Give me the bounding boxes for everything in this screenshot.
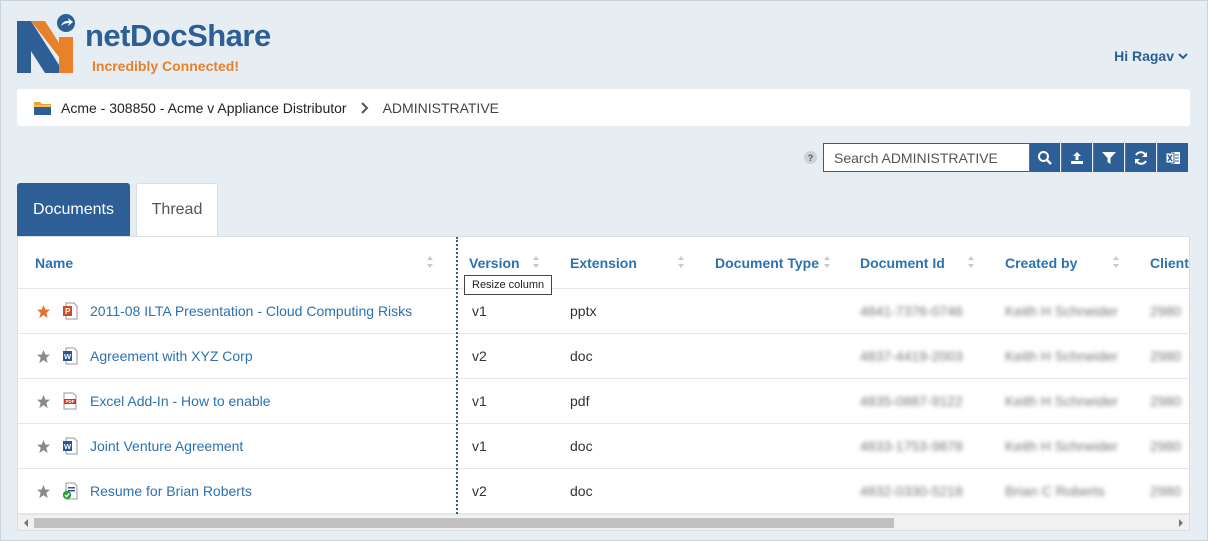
brand-logo: netDocShare Incredibly Connected! [15, 13, 271, 77]
client-cell: 2980 [1150, 483, 1182, 499]
table-row[interactable]: P 2011-08 ILTA Presentation - Cloud Comp… [18, 289, 1189, 334]
breadcrumb-folder-link[interactable]: Acme - 308850 - Acme v Appliance Distrib… [61, 100, 347, 116]
document-id-cell: 4841-7376-0746 [860, 303, 963, 319]
search-icon [1038, 150, 1052, 165]
created-by-cell: Brian C Roberts [1005, 483, 1105, 499]
created-by-cell: Keith H Schneider [1005, 348, 1118, 364]
version-cell: v1 [472, 393, 487, 409]
document-link[interactable]: Agreement with XYZ Corp [90, 348, 253, 364]
star-filled-icon[interactable] [36, 304, 51, 319]
powerpoint-file-icon: P [63, 302, 78, 320]
search-button[interactable] [1029, 143, 1060, 172]
version-cell: v2 [472, 483, 487, 499]
breadcrumb-current: ADMINISTRATIVE [382, 99, 499, 116]
client-cell: 2980 [1150, 438, 1182, 454]
word-checked-file-icon [62, 482, 78, 500]
column-header-document-id[interactable]: Document Id [860, 237, 945, 289]
document-link[interactable]: Resume for Brian Roberts [90, 483, 252, 499]
column-header-extension[interactable]: Extension [570, 237, 637, 289]
upload-button[interactable] [1061, 143, 1092, 172]
folder-icon [34, 101, 51, 115]
column-resize-handle[interactable] [456, 237, 458, 514]
sort-icon[interactable] [677, 255, 685, 269]
document-link[interactable]: Excel Add-In - How to enable [90, 393, 271, 409]
word-file-icon: W [63, 347, 78, 365]
svg-text:W: W [64, 352, 72, 361]
version-cell: v1 [472, 303, 487, 319]
star-icon[interactable] [36, 439, 51, 454]
user-menu[interactable]: Hi Ragav [1114, 48, 1188, 64]
search-input[interactable] [823, 143, 1030, 172]
tab-thread[interactable]: Thread [136, 183, 218, 236]
client-cell: 2980 [1150, 303, 1182, 319]
tab-documents[interactable]: Documents [17, 183, 130, 236]
user-greeting: Hi Ragav [1114, 48, 1174, 64]
sort-icon[interactable] [426, 255, 434, 269]
document-id-cell: 4837-4419-2003 [860, 348, 963, 364]
documents-table: Name Version Extension Document Type Doc… [17, 236, 1190, 531]
netdocshare-logo-icon [17, 14, 75, 73]
sort-icon[interactable] [823, 255, 831, 269]
refresh-button[interactable] [1125, 143, 1156, 172]
document-id-cell: 4835-0887-9122 [860, 393, 963, 409]
extension-cell: pptx [570, 303, 597, 319]
table-row[interactable]: Resume for Brian Roberts v2 doc 4832-033… [18, 469, 1189, 514]
pdf-file-icon: PDF [63, 392, 77, 410]
client-cell: 2980 [1150, 348, 1182, 364]
document-link[interactable]: Joint Venture Agreement [90, 438, 243, 454]
svg-text:W: W [64, 442, 72, 451]
sort-icon[interactable] [532, 255, 540, 269]
horizontal-scrollbar[interactable] [18, 514, 1189, 530]
scroll-left-icon[interactable] [22, 519, 30, 527]
refresh-icon [1135, 150, 1147, 165]
table-row[interactable]: PDF Excel Add-In - How to enable v1 pdf … [18, 379, 1189, 424]
extension-cell: doc [570, 348, 593, 364]
filter-button[interactable] [1093, 143, 1124, 172]
created-by-cell: Keith H Schneider [1005, 303, 1118, 319]
client-cell: 2980 [1150, 393, 1182, 409]
breadcrumb: Acme - 308850 - Acme v Appliance Distrib… [17, 89, 1190, 126]
document-id-cell: 4832-0330-5218 [860, 483, 963, 499]
created-by-cell: Keith H Schneider [1005, 438, 1118, 454]
extension-cell: doc [570, 438, 593, 454]
sort-icon[interactable] [1112, 255, 1120, 269]
excel-export-icon [1165, 151, 1180, 164]
upload-icon [1071, 151, 1083, 164]
scrollbar-thumb[interactable] [34, 518, 894, 528]
column-header-document-type[interactable]: Document Type [715, 237, 819, 289]
created-by-cell: Keith H Schneider [1005, 393, 1118, 409]
extension-cell: doc [570, 483, 593, 499]
brand-tagline: Incredibly Connected! [92, 58, 240, 74]
chevron-right-icon [360, 101, 369, 114]
star-icon[interactable] [36, 484, 51, 499]
version-cell: v2 [472, 348, 487, 364]
svg-text:P: P [65, 307, 71, 316]
table-row[interactable]: W Agreement with XYZ Corp v2 doc 4837-44… [18, 334, 1189, 379]
version-cell: v1 [472, 438, 487, 454]
excel-export-button[interactable] [1157, 143, 1188, 172]
resize-tooltip: Resize column [464, 275, 553, 295]
column-header-client[interactable]: Client [1150, 237, 1189, 289]
table-header: Name Version Extension Document Type Doc… [18, 237, 1189, 289]
star-icon[interactable] [36, 349, 51, 364]
column-header-name[interactable]: Name [35, 237, 73, 289]
document-link[interactable]: 2011-08 ILTA Presentation - Cloud Comput… [90, 303, 412, 319]
extension-cell: pdf [570, 393, 590, 409]
column-header-created-by[interactable]: Created by [1005, 237, 1077, 289]
svg-text:PDF: PDF [66, 399, 75, 404]
filter-icon [1102, 151, 1116, 164]
star-icon[interactable] [36, 394, 51, 409]
table-row[interactable]: W Joint Venture Agreement v1 doc 4833-17… [18, 424, 1189, 469]
brand-name: netDocShare [85, 18, 271, 53]
word-file-icon: W [63, 437, 78, 455]
chevron-down-icon [1178, 53, 1188, 60]
help-icon[interactable]: ? [804, 151, 817, 164]
sort-icon[interactable] [967, 255, 975, 269]
document-id-cell: 4833-1753-9878 [860, 438, 963, 454]
scroll-right-icon[interactable] [1177, 519, 1185, 527]
